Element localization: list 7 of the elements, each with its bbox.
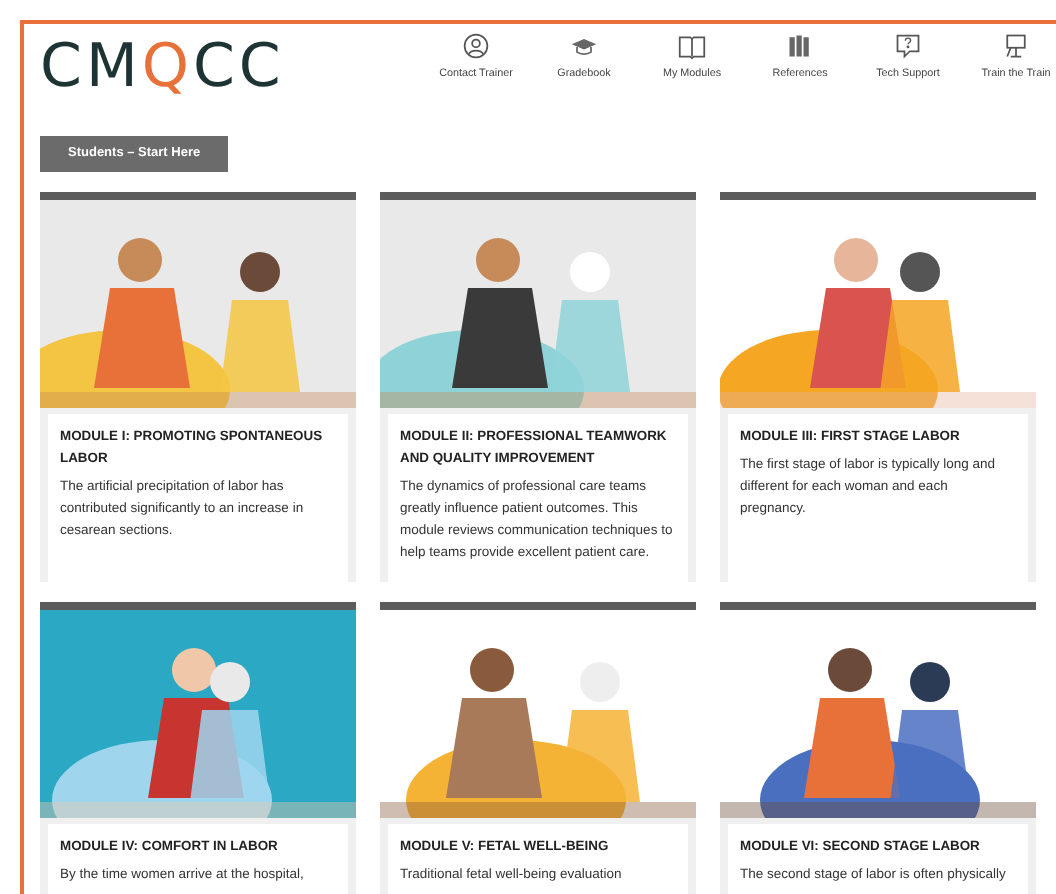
module-card[interactable] <box>380 192 696 582</box>
books-icon <box>786 32 814 60</box>
open-book-icon <box>678 32 706 60</box>
person-icon <box>462 32 490 60</box>
help-icon <box>894 32 922 60</box>
presentation-board-icon <box>1002 32 1030 60</box>
logo[interactable]: CM QCC <box>40 38 285 98</box>
